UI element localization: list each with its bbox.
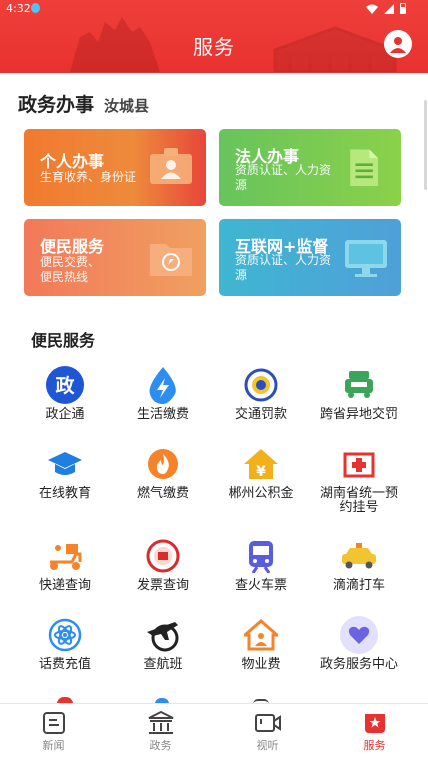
invoice-seal-icon xyxy=(146,539,180,573)
service-label: 查火车票 xyxy=(234,578,287,593)
service-didi-taxi[interactable]: 滴滴打车 xyxy=(310,537,408,593)
service-label: 生活缴费 xyxy=(136,407,189,422)
id-card-icon xyxy=(150,148,192,184)
service-label: 快递查询 xyxy=(38,578,91,593)
card-subtitle: 便民交费、便民热线 xyxy=(40,255,101,284)
taxi-icon xyxy=(342,543,376,569)
card-convenience-services[interactable]: 便民服务 便民交费、便民热线 xyxy=(24,219,206,296)
tab-label: 新闻 xyxy=(42,739,65,752)
service-label: 话费充值 xyxy=(38,657,91,672)
service-provident-fund[interactable]: ¥ 郴州公积金 xyxy=(212,445,310,501)
service-label: 物业费 xyxy=(241,657,281,672)
user-icon xyxy=(390,37,406,53)
service-living-payment[interactable]: 生活缴费 xyxy=(114,366,212,422)
service-cross-province-fine[interactable]: 跨省异地交罚 xyxy=(310,366,408,422)
card-subtitle: 资质认证、人力资源 xyxy=(235,253,332,282)
video-camera-icon xyxy=(254,714,281,732)
service-label: 发票查询 xyxy=(136,578,189,593)
battery-icon xyxy=(400,3,406,14)
service-label: 燃气缴费 xyxy=(136,486,189,501)
service-label: 在线教育 xyxy=(38,486,91,501)
airplane-globe-icon xyxy=(147,622,179,652)
service-star-icon xyxy=(364,714,385,733)
county-selector[interactable]: 汝城县 xyxy=(104,95,149,116)
card-internet-supervision[interactable]: 互联网+监督 资质认证、人力资源 xyxy=(219,219,401,296)
svg-text:¥: ¥ xyxy=(256,464,266,480)
hospital-icon xyxy=(343,452,375,478)
flame-icon xyxy=(148,449,178,479)
tab-label: 政务 xyxy=(149,739,172,752)
tab-label: 视听 xyxy=(256,739,279,752)
document-icon xyxy=(350,149,379,186)
service-online-education[interactable]: 在线教育 xyxy=(16,445,114,501)
card-personal-affairs[interactable]: 个人办事 生育收养、身份证 xyxy=(24,129,206,206)
service-property-fee[interactable]: 物业费 xyxy=(212,616,310,672)
wifi-icon xyxy=(366,4,378,14)
service-invoice-query[interactable]: 发票查询 xyxy=(114,537,212,593)
government-building-icon xyxy=(148,711,173,734)
folder-compass-icon xyxy=(150,244,192,276)
status-bar: 4:32 xyxy=(0,0,428,18)
user-avatar-button[interactable] xyxy=(384,30,412,58)
monitor-icon xyxy=(345,240,387,277)
status-time: 4:32 xyxy=(6,2,31,15)
app-header: 4:32 服务 xyxy=(0,0,428,73)
service-label: 郴州公积金 xyxy=(228,486,294,501)
service-zhengqitong[interactable]: 政 政企通 xyxy=(16,366,114,422)
house-person-icon xyxy=(244,619,278,651)
graduation-cap-icon xyxy=(48,452,82,475)
zheng-badge-icon: 政 xyxy=(46,366,84,404)
delivery-scooter-icon xyxy=(50,544,82,570)
card-title: 个人办事 xyxy=(40,152,105,171)
card-title: 便民服务 xyxy=(40,237,105,256)
tab-label: 服务 xyxy=(363,739,386,752)
police-emblem-icon xyxy=(244,368,278,402)
tab-government[interactable]: 政务 xyxy=(107,704,214,761)
tab-services[interactable]: 服务 xyxy=(321,704,428,761)
house-yen-icon: ¥ xyxy=(244,449,278,480)
news-icon xyxy=(42,712,65,734)
tab-news[interactable]: 新闻 xyxy=(0,704,107,761)
service-label: 湖南省统一预约挂号 xyxy=(319,486,398,515)
gov-affairs-heading: 政务办事 汝城县 xyxy=(18,90,149,117)
train-icon xyxy=(249,541,273,573)
water-drop-bolt-icon xyxy=(149,367,176,404)
notification-dot-icon xyxy=(31,3,40,13)
svg-text:政: 政 xyxy=(55,374,75,397)
scrollbar[interactable] xyxy=(424,100,427,190)
service-phone-recharge[interactable]: 话费充值 xyxy=(16,616,114,672)
service-hospital-appointment[interactable]: 湖南省统一预约挂号 xyxy=(310,445,408,515)
tab-media[interactable]: 视听 xyxy=(214,704,321,761)
page-title: 服务 xyxy=(193,35,235,59)
service-label: 交通罚款 xyxy=(234,407,287,422)
service-gov-service-center[interactable]: 政务服务中心 xyxy=(310,616,408,672)
card-subtitle: 生育收养、身份证 xyxy=(40,170,137,184)
heart-hands-icon xyxy=(340,616,378,654)
service-traffic-fine[interactable]: 交通罚款 xyxy=(212,366,310,422)
atom-icon xyxy=(48,618,82,652)
card-subtitle: 资质认证、人力资源 xyxy=(235,163,332,192)
card-legal-person-affairs[interactable]: 法人办事 资质认证、人力资源 xyxy=(219,129,401,206)
service-label: 查航班 xyxy=(143,657,183,672)
car-icon xyxy=(345,371,373,398)
services-title: 便民服务 xyxy=(31,331,96,350)
service-train-tickets[interactable]: 查火车票 xyxy=(212,537,310,593)
service-gas-payment[interactable]: 燃气缴费 xyxy=(114,445,212,501)
service-label: 政务服务中心 xyxy=(319,657,398,672)
service-label: 滴滴打车 xyxy=(332,578,385,593)
service-label: 跨省异地交罚 xyxy=(319,407,398,422)
section-title: 政务办事 xyxy=(18,94,95,116)
signal-icon xyxy=(384,3,394,14)
service-express-tracking[interactable]: 快递查询 xyxy=(16,537,114,593)
service-label: 政企通 xyxy=(45,407,85,422)
service-flight-query[interactable]: 查航班 xyxy=(114,616,212,672)
bottom-nav: 新闻 政务 视听 服务 xyxy=(0,703,428,761)
